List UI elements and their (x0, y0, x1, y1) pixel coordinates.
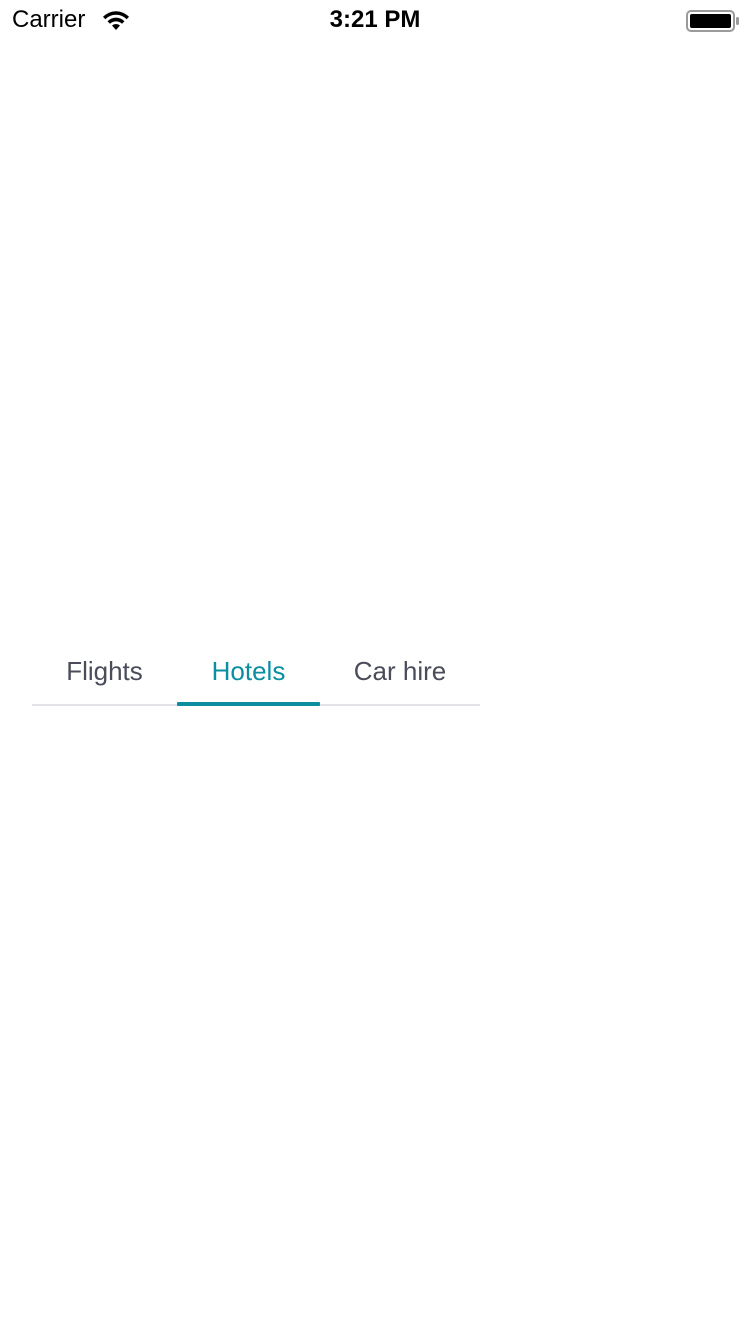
status-bar: Carrier 3:21 PM (0, 0, 750, 40)
status-time: 3:21 PM (329, 6, 421, 33)
battery-icon (686, 10, 739, 32)
tab-car-hire[interactable]: Car hire (320, 640, 480, 706)
selected-tab-indicator (177, 702, 320, 706)
tab-hotels[interactable]: Hotels (177, 640, 320, 706)
category-tab-bar: Flights Hotels Car hire (32, 640, 480, 706)
tab-flights[interactable]: Flights (32, 640, 177, 706)
